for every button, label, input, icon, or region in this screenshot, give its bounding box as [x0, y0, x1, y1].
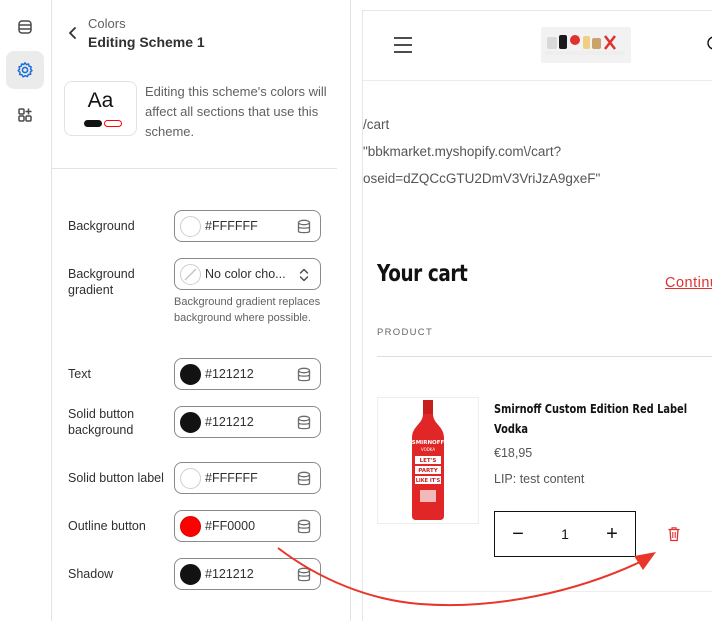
outline-button-label: Outline button: [68, 519, 146, 533]
background-label: Background: [68, 219, 135, 233]
color-swatch[interactable]: [180, 216, 201, 237]
color-value: #121212: [205, 567, 254, 581]
back-chevron-icon[interactable]: [62, 22, 84, 44]
product-price: €18,95: [494, 446, 533, 460]
color-swatch[interactable]: [180, 468, 201, 489]
divider: [52, 168, 337, 169]
database-icon[interactable]: [297, 567, 311, 583]
continue-shopping-link[interactable]: Continu: [665, 275, 712, 291]
color-swatch[interactable]: [180, 364, 201, 385]
database-icon[interactable]: [297, 219, 311, 235]
color-value: #121212: [205, 367, 254, 381]
color-scheme-panel: Colors Editing Scheme 1 Aa Editing this …: [52, 0, 351, 621]
storefront-preview: /cart "bbkmarket.myshopify.com\/cart? os…: [362, 10, 712, 621]
color-swatch[interactable]: [180, 564, 201, 585]
debug-url-line: oseid=dZQCcGTU2DmV3VriJzA9gxeF": [363, 171, 601, 186]
debug-url-line: /cart: [363, 117, 390, 132]
gradient-hint: Background gradient replaces background …: [174, 296, 321, 324]
page-title: Editing Scheme 1: [88, 34, 205, 50]
bottle-sub-text: VODKA: [421, 447, 435, 452]
solid-button-background-field[interactable]: #121212: [174, 406, 321, 438]
bottle-text: LET'S: [420, 458, 437, 464]
trash-icon[interactable]: [667, 526, 681, 542]
divider: [377, 356, 712, 357]
quantity-stepper[interactable]: − 1 +: [494, 511, 636, 557]
no-color-swatch-icon[interactable]: [180, 264, 201, 285]
quantity-value[interactable]: 1: [541, 512, 589, 556]
divider: [377, 591, 712, 592]
sections-icon[interactable]: [6, 8, 44, 46]
color-value: #FF0000: [205, 519, 256, 533]
database-icon[interactable]: [297, 415, 311, 431]
outline-button-preview: [104, 120, 122, 127]
text-label: Text: [68, 367, 91, 381]
product-name-line: Vodka: [494, 422, 529, 436]
solid-button-background-label: Solid button background: [68, 407, 135, 437]
color-value: #121212: [205, 415, 254, 429]
icon-rail: [0, 0, 52, 621]
gradient-value: No color cho...: [205, 267, 286, 281]
solid-button-preview: [84, 120, 102, 127]
text-color-field[interactable]: #121212: [174, 358, 321, 390]
scheme-info-text: Editing this scheme's colors will affect…: [145, 84, 327, 139]
debug-url-line: "bbkmarket.myshopify.com\/cart?: [363, 144, 562, 159]
color-swatch[interactable]: [180, 516, 201, 537]
bottle-text: PARTY: [418, 468, 439, 474]
solid-button-label-field[interactable]: #FFFFFF: [174, 462, 321, 494]
database-icon[interactable]: [297, 471, 311, 487]
header-divider: [363, 80, 712, 81]
breadcrumb: Colors: [88, 16, 126, 31]
shadow-color-field[interactable]: #121212: [174, 558, 321, 590]
color-swatch[interactable]: [180, 412, 201, 433]
shadow-label: Shadow: [68, 567, 114, 581]
product-name-line: Smirnoff Custom Edition Red Label: [494, 402, 688, 416]
color-value: #FFFFFF: [205, 471, 258, 485]
apps-icon[interactable]: [6, 96, 44, 134]
color-value: #FFFFFF: [205, 219, 258, 233]
store-logo[interactable]: [541, 27, 631, 63]
product-name[interactable]: Smirnoff Custom Edition Red Label Vodka: [494, 399, 688, 439]
bottle-brand-text: SMIRNOFF: [412, 440, 445, 446]
line-item-property: LIP: test content: [494, 472, 585, 486]
background-gradient-label: Background gradient: [68, 267, 135, 297]
database-icon[interactable]: [297, 367, 311, 383]
outline-button-field[interactable]: #FF0000: [174, 510, 321, 542]
product-image[interactable]: SMIRNOFF VODKA LET'S PARTY LIKE IT'S: [377, 397, 479, 524]
theme-settings-gear-icon[interactable]: [6, 51, 44, 89]
preview-text: Aa: [87, 89, 114, 112]
menu-icon[interactable]: [393, 36, 413, 54]
scheme-preview-card: Aa: [64, 81, 137, 136]
solid-button-label-label: Solid button label: [68, 471, 164, 485]
background-gradient-select[interactable]: No color cho...: [174, 258, 321, 290]
increase-quantity-button[interactable]: +: [589, 512, 635, 556]
product-column-header: PRODUCT: [377, 327, 434, 338]
database-icon[interactable]: [297, 519, 311, 535]
search-icon[interactable]: [706, 35, 712, 55]
bottle-text: LIKE IT'S: [416, 478, 441, 484]
decrease-quantity-button[interactable]: −: [495, 512, 541, 556]
background-color-field[interactable]: #FFFFFF: [174, 210, 321, 242]
cart-title: Your cart: [377, 261, 468, 287]
select-arrows-icon: [299, 268, 309, 282]
